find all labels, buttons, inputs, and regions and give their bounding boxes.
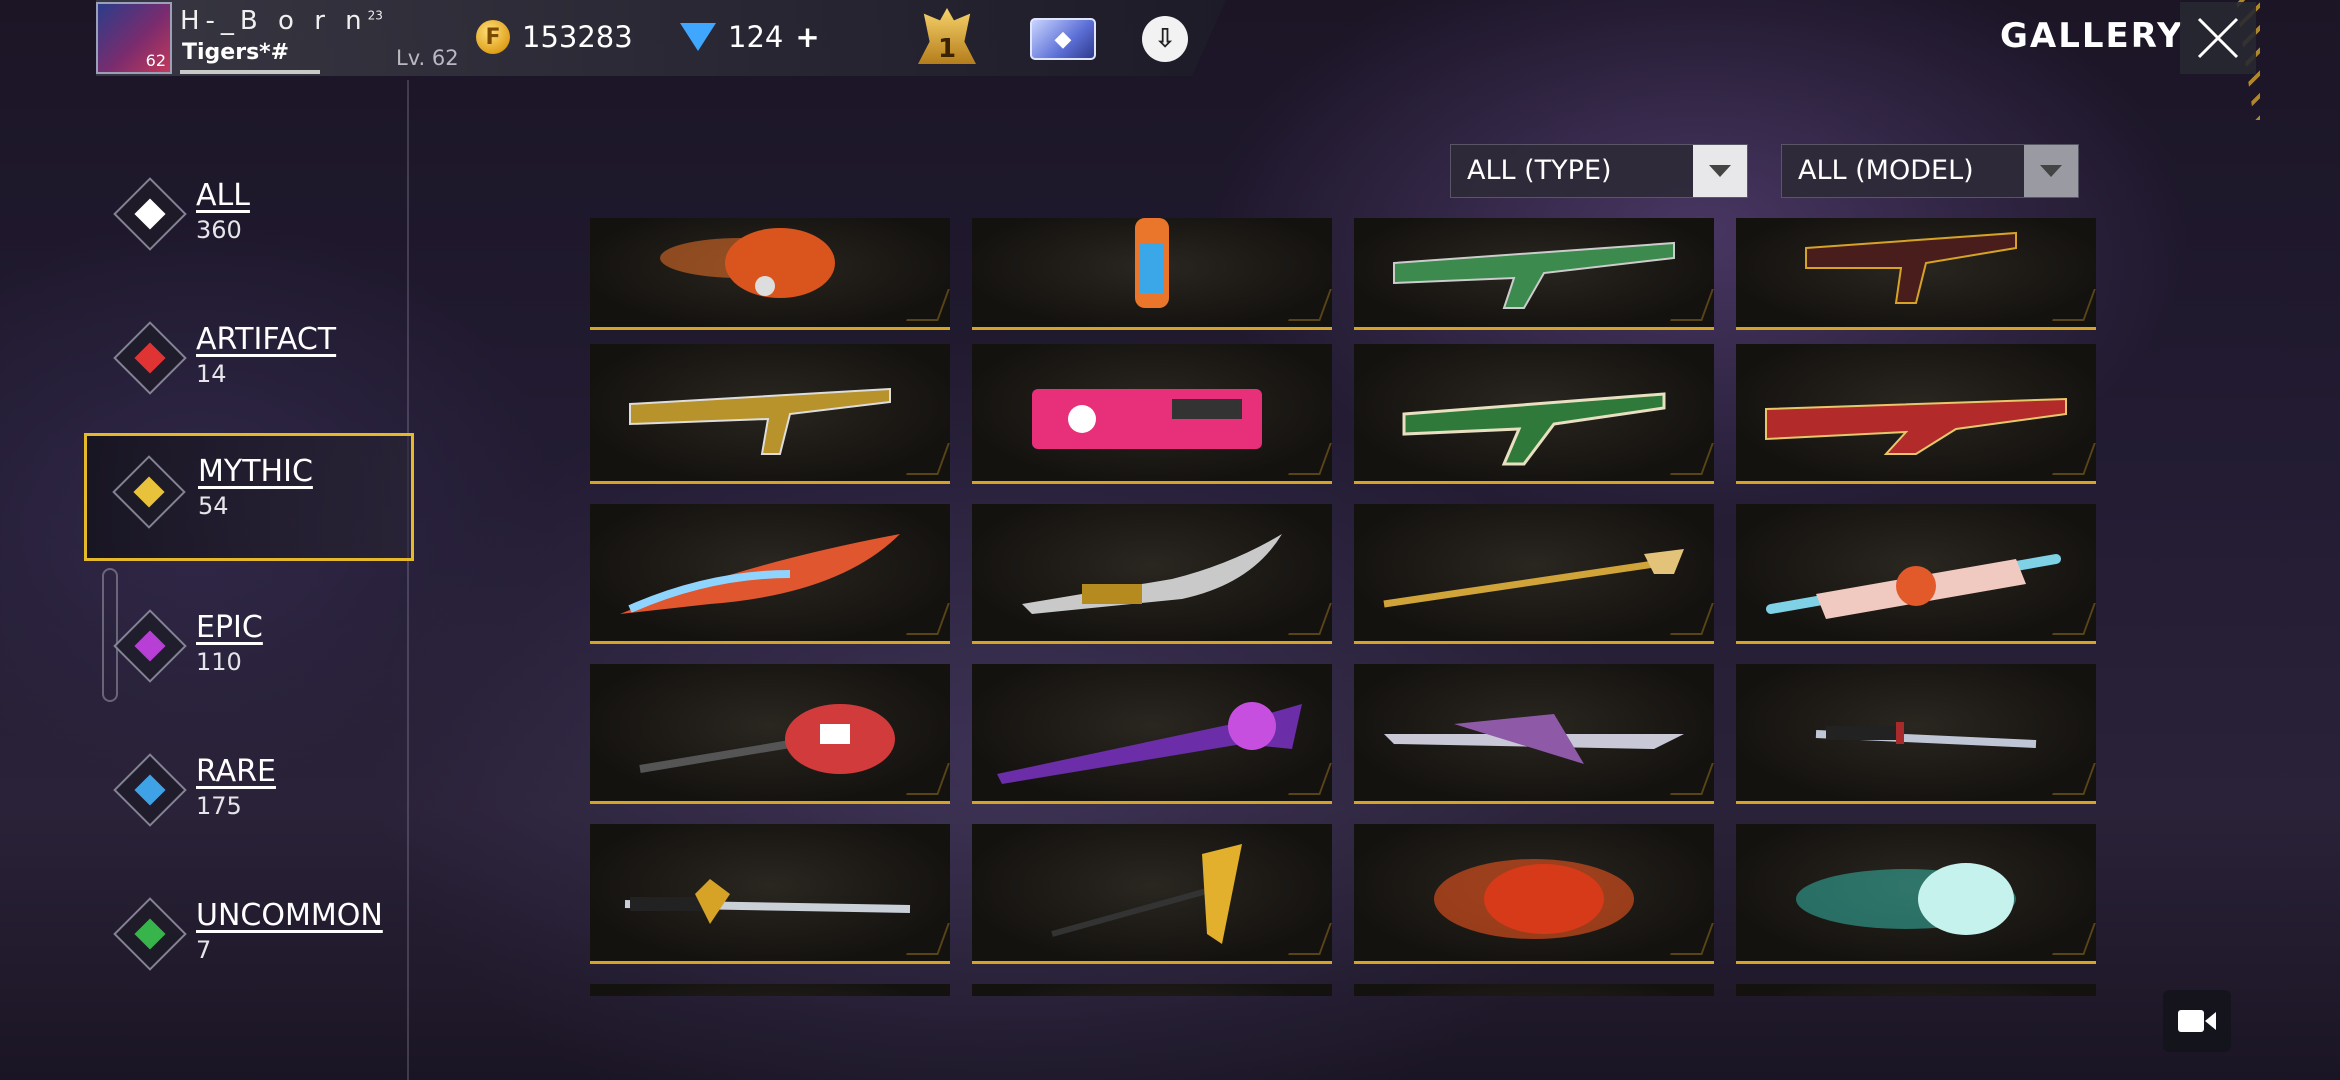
- type-filter-dropdown[interactable]: ALL (TYPE): [1450, 144, 1748, 198]
- close-button[interactable]: [2180, 2, 2256, 74]
- grenade-skin-icon: [1135, 218, 1169, 308]
- guitar-skin-icon: [639, 704, 895, 774]
- smg-skin-icon: [1805, 231, 2017, 304]
- katana-skin-icon: [1815, 722, 2037, 748]
- category-count: 14: [196, 360, 227, 388]
- category-count: 54: [198, 492, 229, 520]
- gallery-item-dragon-smg[interactable]: [1736, 218, 2096, 330]
- close-icon: [2197, 17, 2239, 59]
- gallery-item-rolling-pin[interactable]: [1736, 504, 2096, 644]
- category-mythic[interactable]: MYTHIC 54: [84, 433, 414, 561]
- rifle-skin-icon: [1765, 397, 2067, 455]
- gallery-item-ice-fist[interactable]: [1736, 824, 2096, 964]
- model-filter-value: ALL (MODEL): [1798, 155, 1974, 186]
- video-camera-icon: [2178, 1010, 2216, 1032]
- gallery-item-red-dragon-rifle[interactable]: [1736, 344, 2096, 484]
- gallery-item-blue-flame-blade[interactable]: [590, 504, 950, 644]
- category-count: 360: [196, 216, 242, 244]
- record-video-button[interactable]: [2163, 990, 2231, 1052]
- gallery-item-skeleton-rifle[interactable]: [1354, 344, 1714, 484]
- rolling-pin-icon: [1766, 554, 2061, 619]
- sidebar-scrollbar[interactable]: [102, 568, 118, 702]
- diamond-amount: 124: [728, 20, 784, 54]
- rifle-skin-icon: [1393, 241, 1675, 309]
- scythe-skin-icon: [1051, 844, 1242, 944]
- gallery-item-purple-bat[interactable]: [972, 664, 1332, 804]
- category-all[interactable]: ALL 360: [113, 168, 418, 278]
- gallery-item[interactable]: [972, 984, 1332, 996]
- model-filter-dropdown[interactable]: ALL (MODEL): [1781, 144, 2079, 198]
- gallery-item-gold-scimitar[interactable]: [972, 504, 1332, 644]
- staff-skin-icon: [1383, 549, 1684, 608]
- epic-rarity-icon: [113, 609, 187, 683]
- gallery-item-fist-flame[interactable]: [590, 218, 950, 330]
- gallery-item-golden-staff[interactable]: [1354, 504, 1714, 644]
- page-title: GALLERY: [2000, 16, 2184, 56]
- gallery-item-gold-scythe[interactable]: [972, 824, 1332, 964]
- category-label: RARE: [196, 754, 276, 789]
- guild-name: Tigers*#: [182, 40, 290, 65]
- avatar-level: 62: [145, 51, 166, 70]
- gallery-item-grenade[interactable]: [972, 218, 1332, 330]
- gold-coin-icon: F: [476, 20, 510, 54]
- uncommon-rarity-icon: [113, 897, 187, 971]
- gallery-item[interactable]: [1354, 984, 1714, 996]
- gallery-item-gold-rifle[interactable]: [590, 344, 950, 484]
- category-label: MYTHIC: [198, 454, 313, 489]
- diamond-icon: [680, 23, 716, 51]
- rifle-skin-icon: [1402, 392, 1666, 466]
- rare-rarity-icon: [113, 753, 187, 827]
- rank-number: 1: [937, 34, 957, 64]
- gallery-item[interactable]: [590, 984, 950, 996]
- chevron-down-icon[interactable]: [1693, 145, 1747, 197]
- gallery-item-silver-blade[interactable]: [1354, 664, 1714, 804]
- gallery-item-gold-katana[interactable]: [590, 824, 950, 964]
- gold-counter[interactable]: F 153283: [476, 20, 633, 54]
- gold-amount: 153283: [522, 20, 633, 54]
- item-grid: [590, 218, 2100, 996]
- sword-skin-icon: [1022, 534, 1282, 614]
- category-count: 175: [196, 792, 242, 820]
- xp-bar: [180, 70, 320, 74]
- player-level: Lv. 62: [396, 46, 459, 70]
- blade-skin-icon: [620, 534, 900, 614]
- category-count: 7: [196, 936, 212, 964]
- gallery-item-fire-fist[interactable]: [1354, 824, 1714, 964]
- avatar[interactable]: 62: [96, 2, 172, 74]
- katana-skin-icon: [624, 879, 911, 924]
- category-rare[interactable]: RARE 175: [113, 744, 418, 854]
- gallery-item-red-guitar[interactable]: [590, 664, 950, 804]
- gallery-item[interactable]: [1736, 984, 2096, 996]
- category-uncommon[interactable]: UNCOMMON 7: [113, 888, 418, 998]
- artifact-rarity-icon: [113, 321, 187, 395]
- elite-pass-card-icon[interactable]: ◆: [1030, 18, 1096, 60]
- fist-skin-icon: [1434, 859, 1634, 939]
- blade-skin-icon: [1384, 714, 1684, 764]
- gallery-item-green-rifle[interactable]: [1354, 218, 1714, 330]
- type-filter-value: ALL (TYPE): [1467, 155, 1612, 186]
- category-label: ARTIFACT: [196, 322, 337, 357]
- category-artifact[interactable]: ARTIFACT 14: [113, 312, 418, 422]
- gallery-item-pink-p90[interactable]: [972, 344, 1332, 484]
- chevron-down-icon[interactable]: [2024, 145, 2078, 197]
- category-count: 110: [196, 648, 242, 676]
- fist-skin-icon: [660, 228, 835, 298]
- add-diamonds-button[interactable]: +: [795, 20, 819, 54]
- gallery-item-katana[interactable]: [1736, 664, 2096, 804]
- category-label: EPIC: [196, 610, 263, 645]
- all-rarity-icon: [113, 177, 187, 251]
- cloud-download-icon[interactable]: ⇩: [1142, 16, 1188, 62]
- bat-skin-icon: [997, 702, 1302, 784]
- player-name: H-_B o r n23: [180, 6, 383, 36]
- smg-skin-icon: [1032, 389, 1262, 449]
- rifle-skin-icon: [629, 387, 891, 455]
- diamond-counter[interactable]: 124 +: [680, 20, 820, 54]
- category-label: ALL: [196, 178, 250, 213]
- category-epic[interactable]: EPIC 110: [113, 600, 418, 710]
- mythic-rarity-icon: [112, 455, 186, 529]
- fist-skin-icon: [1796, 863, 2016, 935]
- category-label: UNCOMMON: [196, 898, 383, 933]
